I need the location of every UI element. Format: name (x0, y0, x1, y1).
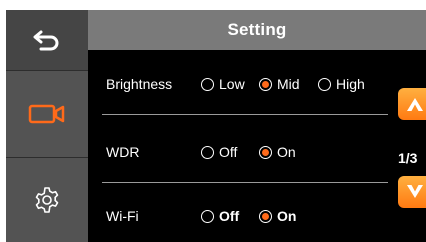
wifi-row: Wi-Fi Off On (88, 190, 388, 242)
wifi-option-on[interactable]: On (259, 206, 296, 226)
row-divider (102, 114, 388, 115)
video-mode-button[interactable] (6, 71, 88, 157)
back-arrow-icon (33, 30, 59, 51)
option-label: Off (219, 144, 238, 160)
page-down-button[interactable] (398, 176, 426, 208)
radio-icon (201, 77, 214, 91)
wifi-label: Wi-Fi (106, 208, 139, 224)
option-label: Off (219, 208, 240, 224)
sidebar (6, 10, 88, 242)
brightness-label: Brightness (106, 76, 173, 92)
option-label: On (277, 144, 296, 160)
option-label: Low (219, 76, 245, 92)
radio-selected-icon (259, 209, 272, 223)
brightness-option-high[interactable]: High (318, 74, 365, 94)
radio-icon (318, 77, 331, 91)
settings-screen: Setting Brightness Low Mid High WDR Off … (6, 10, 426, 242)
page-title: Setting (227, 20, 287, 39)
wdr-label: WDR (106, 144, 140, 160)
brightness-option-low[interactable]: Low (201, 74, 245, 94)
option-label: On (277, 208, 297, 224)
title-bar: Setting (88, 10, 426, 50)
wdr-row: WDR Off On (88, 126, 388, 178)
video-camera-icon (28, 104, 65, 124)
wdr-option-on[interactable]: On (259, 142, 296, 162)
page-indicator: 1/3 (398, 150, 418, 166)
chevron-up-icon (407, 98, 423, 111)
chevron-down-icon (407, 185, 423, 198)
radio-icon (201, 145, 214, 159)
option-label: High (336, 76, 365, 92)
row-divider (102, 182, 388, 183)
back-button[interactable] (6, 10, 88, 70)
page-up-button[interactable] (398, 88, 426, 120)
radio-selected-icon (259, 145, 272, 159)
wdr-option-off[interactable]: Off (201, 142, 237, 162)
brightness-row: Brightness Low Mid High (88, 58, 388, 110)
brightness-option-mid[interactable]: Mid (259, 74, 300, 94)
wifi-option-off[interactable]: Off (201, 206, 239, 226)
gear-icon (35, 187, 59, 213)
option-label: Mid (277, 76, 300, 92)
radio-icon (201, 209, 214, 223)
radio-selected-icon (259, 77, 272, 91)
settings-button[interactable] (6, 158, 88, 242)
